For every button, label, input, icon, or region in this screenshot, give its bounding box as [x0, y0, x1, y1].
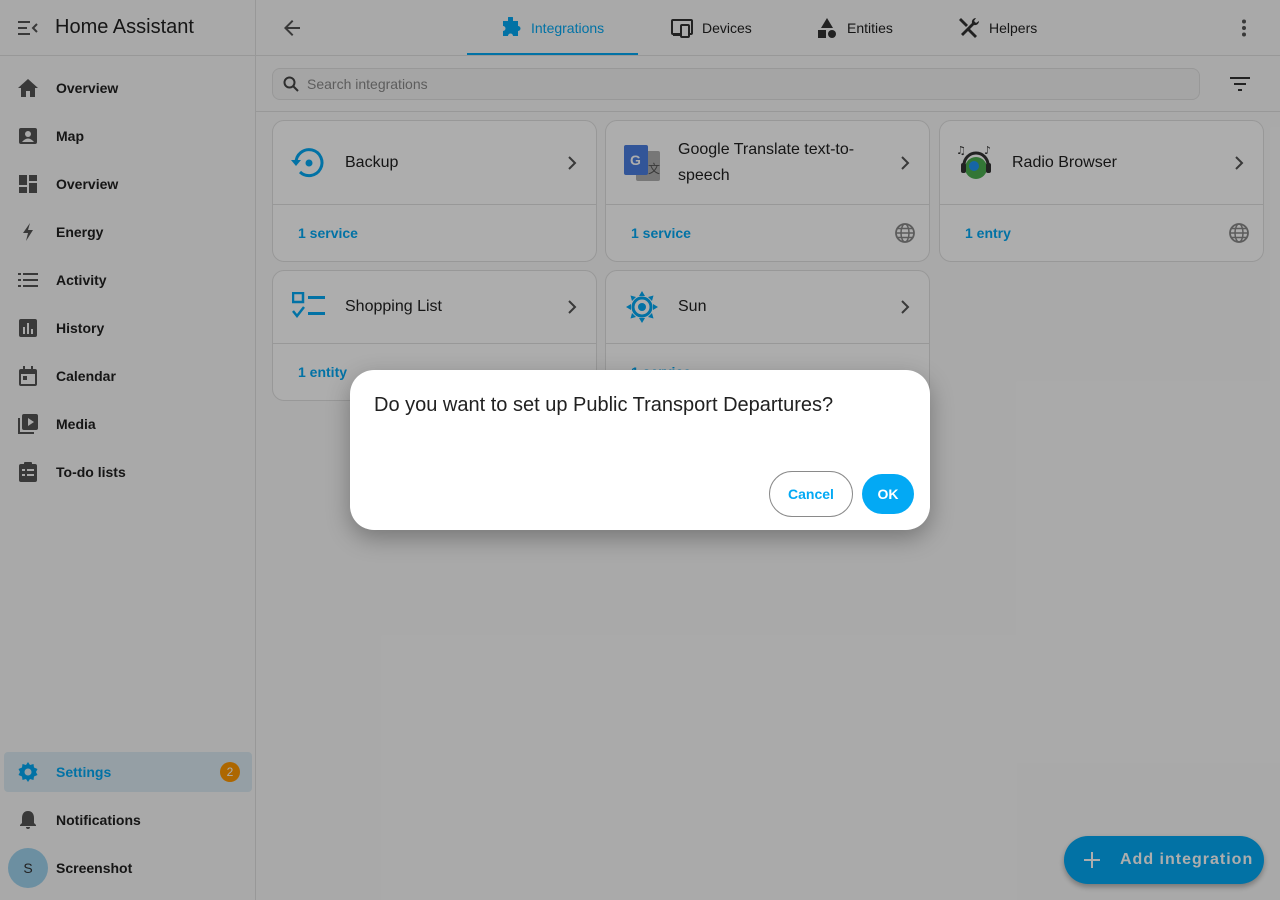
cancel-button[interactable]: Cancel — [769, 471, 853, 517]
confirm-dialog: Do you want to set up Public Transport D… — [350, 370, 930, 530]
ok-button[interactable]: OK — [862, 474, 914, 514]
dialog-title: Do you want to set up Public Transport D… — [374, 394, 834, 416]
